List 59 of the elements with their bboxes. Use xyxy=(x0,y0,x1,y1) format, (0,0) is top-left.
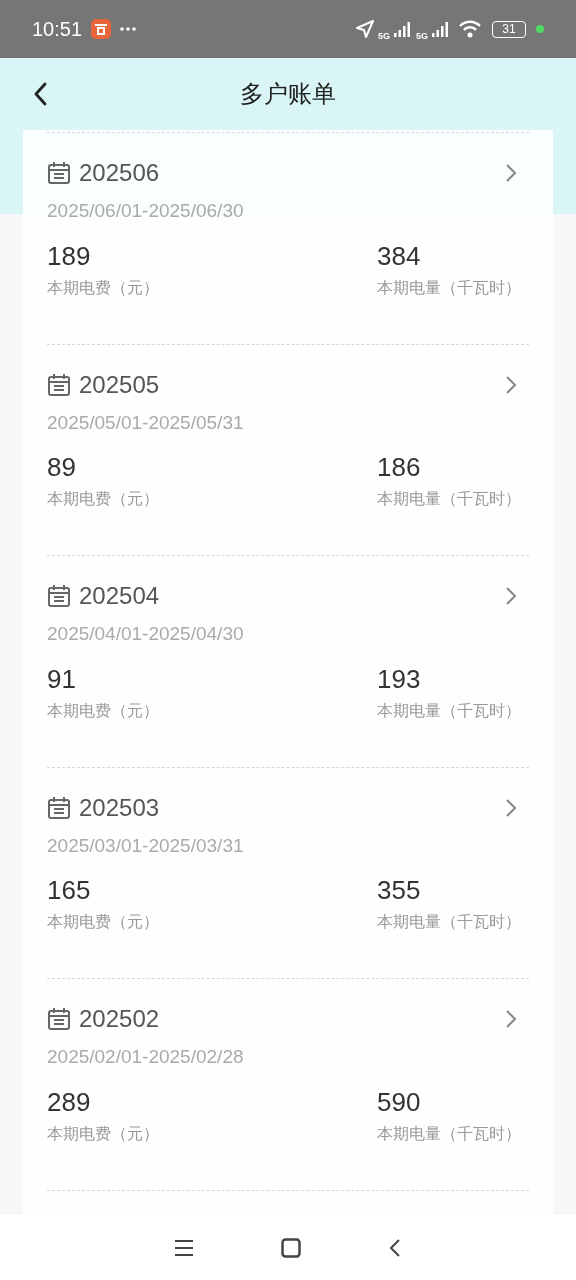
usage-label: 本期电量（千瓦时） xyxy=(377,489,522,509)
usage-label: 本期电量（千瓦时） xyxy=(377,277,522,298)
usage-value: 186 xyxy=(377,451,422,483)
fee-value: 89 xyxy=(47,451,77,483)
chevron-right-icon xyxy=(505,163,517,183)
bill-item[interactable]: 202504 2025/04/01-2025/04/30 91 193 本期电费（元） 本期电量（千瓦时） xyxy=(47,555,529,767)
usage-value: 355 xyxy=(377,874,422,906)
usage-label: 本期电量（千瓦时） xyxy=(377,912,522,932)
back-icon[interactable] xyxy=(388,1237,403,1258)
wifi-icon xyxy=(458,20,482,38)
calendar-icon xyxy=(47,372,71,397)
calendar-icon xyxy=(47,584,71,608)
fee-value: 289 xyxy=(47,1085,92,1118)
more-icon xyxy=(120,27,137,31)
location-arrow-icon xyxy=(355,20,374,38)
fee-label: 本期电费（元） xyxy=(47,700,160,721)
chevron-right-icon xyxy=(505,1009,517,1029)
date-range: 2025/05/01-2025/05/31 xyxy=(47,410,245,435)
fee-label: 本期电费（元） xyxy=(47,1123,160,1144)
bill-item[interactable]: 202505 2025/05/01-2025/05/31 89 186 本期电费（元） 本期电量（千瓦时） xyxy=(47,343,529,555)
signal-icon xyxy=(394,21,412,37)
fee-label: 本期电费（元） xyxy=(47,277,160,298)
bill-item[interactable]: 202506 2025/06/01-2025/06/30 189 384 本期电费（元） 本期电量（千瓦时） xyxy=(47,132,529,344)
date-range: 2025/04/01-2025/04/30 xyxy=(47,622,245,646)
network-type: 5G xyxy=(377,30,390,44)
fee-value: 189 xyxy=(47,239,92,272)
usage-label: 本期电量（千瓦时） xyxy=(377,700,522,721)
usage-label: 本期电量（千瓦时） xyxy=(377,1123,522,1144)
calendar-icon xyxy=(47,1007,71,1031)
usage-value: 384 xyxy=(377,239,422,272)
date-range: 2025/06/01-2025/06/30 xyxy=(47,199,245,223)
date-range: 2025/03/01-2025/03/31 xyxy=(47,833,245,858)
fee-label: 本期电费（元） xyxy=(47,489,160,509)
fee-label: 本期电费（元） xyxy=(47,912,160,932)
chevron-right-icon xyxy=(505,797,517,818)
menu-icon[interactable] xyxy=(173,1238,194,1257)
clock-time: 10:51 xyxy=(32,17,83,42)
usage-value: 193 xyxy=(377,662,422,695)
fee-value: 91 xyxy=(47,662,77,695)
battery-indicator: 31 xyxy=(492,20,526,38)
fee-value: 165 xyxy=(47,874,92,906)
bill-period: 202503 xyxy=(79,792,160,823)
home-icon[interactable] xyxy=(281,1237,301,1258)
bill-period: 202504 xyxy=(79,581,160,611)
calendar-icon xyxy=(47,795,71,820)
chevron-right-icon xyxy=(505,586,517,606)
bill-item[interactable]: 202502 2025/02/01-2025/02/28 289 590 本期电费（元） 本期电量（千瓦时） xyxy=(47,978,529,1190)
bill-item[interactable]: 202503 2025/03/01-2025/03/31 165 355 本期电费（元） 本期电量（千瓦时） xyxy=(47,766,529,978)
signal-icon xyxy=(432,21,450,37)
bill-period: 202506 xyxy=(79,158,160,188)
chevron-right-icon xyxy=(505,374,517,395)
calendar-icon xyxy=(47,161,71,185)
date-range: 2025/02/01-2025/02/28 xyxy=(47,1045,245,1069)
bill-period: 202502 xyxy=(79,1004,160,1034)
usage-value: 590 xyxy=(377,1085,422,1118)
app-notification-icon xyxy=(90,18,113,40)
bill-period: 202505 xyxy=(79,369,160,400)
network-type: 5G xyxy=(416,30,428,44)
page-title: 多户账单 xyxy=(240,79,336,109)
